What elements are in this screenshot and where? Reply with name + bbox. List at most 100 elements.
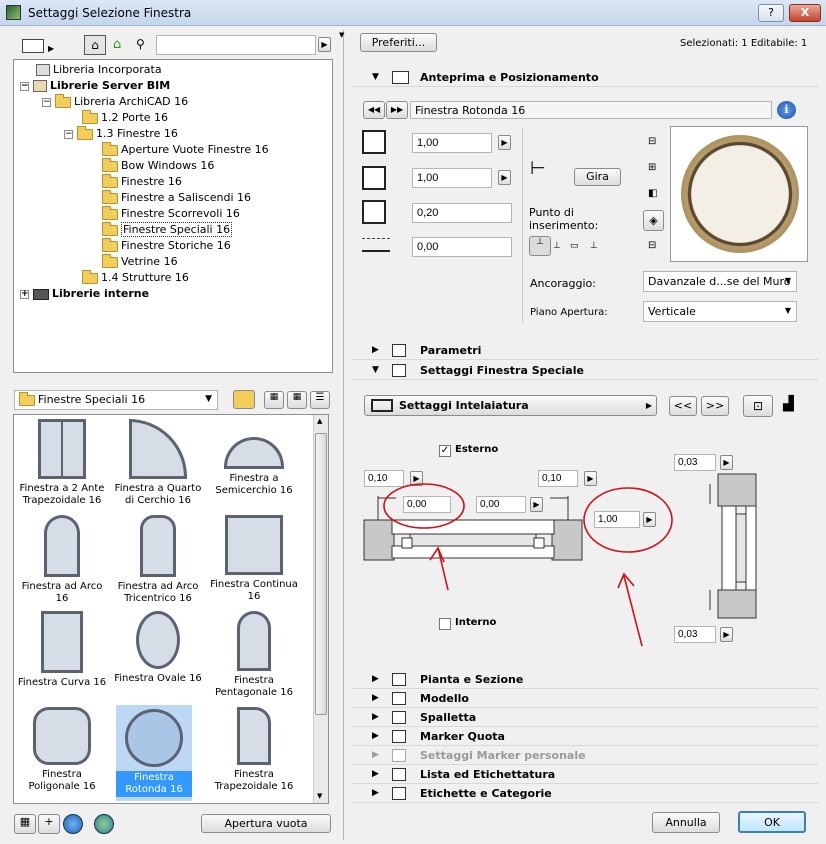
object-name-field[interactable]: Finestra Rotonda 16 — [410, 101, 772, 119]
library-icon[interactable]: ⌂ — [84, 35, 106, 55]
search-icon[interactable]: ⚲ — [136, 37, 145, 51]
gallery-item[interactable]: Finestra ad Arco Tricentrico 16 — [112, 515, 204, 605]
small-icons-view-icon[interactable]: ▦ — [287, 391, 307, 409]
frame-settings-select[interactable]: Settaggi Intelaiatura ▶ — [364, 395, 657, 416]
next-object-button[interactable]: ▶▶ — [386, 101, 408, 119]
next-page-button[interactable]: >> — [701, 396, 729, 416]
tree-item-saliscendi[interactable]: Finestre a Saliscendi 16 — [102, 189, 251, 206]
search-input[interactable] — [156, 35, 316, 55]
view-3d-icon[interactable]: ◈ — [643, 210, 664, 231]
gallery-item-selected[interactable]: Finestra Rotonda 16 — [116, 705, 192, 801]
view-front-icon[interactable]: ⊞ — [648, 162, 656, 173]
prev-object-button[interactable]: ◀◀ — [363, 101, 385, 119]
reveal-field[interactable] — [412, 237, 512, 257]
plane-select[interactable]: Verticale ▼ — [643, 301, 797, 322]
section-listing-labeling[interactable]: ▶ Lista ed Etichettatura — [352, 765, 818, 784]
tree-item-aperture-vuote[interactable]: Aperture Vuote Finestre 16 — [102, 141, 269, 158]
tree-item-archicad[interactable]: − Libreria ArchiCAD 16 — [42, 93, 188, 110]
collapse-icon[interactable]: − — [42, 97, 51, 107]
width-field[interactable] — [412, 133, 492, 153]
section-dimension-marker[interactable]: ▶ Marker Quota — [352, 727, 818, 746]
tree-item-porte[interactable]: 1.2 Porte 16 — [82, 109, 168, 126]
gallery-scrollbar[interactable]: ▲ ▼ — [313, 415, 328, 803]
anchor-center-icon[interactable]: ⊥ — [553, 241, 561, 251]
anchor-left-button[interactable]: ⊥ — [529, 236, 551, 256]
bottom-field[interactable] — [674, 626, 716, 643]
favorites-button[interactable]: Preferiti... — [360, 33, 437, 52]
tree-item-libreria-incorporata[interactable]: Libreria Incorporata — [36, 62, 162, 78]
ok-button[interactable]: OK — [738, 811, 806, 833]
scroll-up-icon[interactable]: ▲ — [317, 417, 322, 425]
globe-icon[interactable] — [63, 814, 83, 834]
list-view-icon[interactable]: ☰ — [310, 391, 330, 409]
gallery-item[interactable]: Finestra Curva 16 — [16, 611, 108, 689]
panel-splitter[interactable] — [343, 30, 344, 840]
exterior-checkbox[interactable]: ✓ — [439, 445, 451, 457]
bottom-arrow-button[interactable]: ▶ — [720, 627, 733, 642]
expand-icon[interactable]: + — [20, 289, 29, 299]
tree-item-server-bim[interactable]: − Librerie Server BIM — [20, 78, 170, 94]
object-gallery[interactable]: Finestra a 2 Ante Trapezoidale 16 Finest… — [13, 414, 329, 804]
scroll-thumb[interactable] — [315, 433, 327, 715]
view-mode-icon[interactable] — [22, 39, 44, 53]
open-empty-button[interactable]: Apertura vuota — [201, 814, 331, 833]
gallery-item[interactable]: Finestra a Quarto di Cerchio 16 — [112, 419, 204, 507]
scroll-down-icon[interactable]: ▼ — [317, 792, 322, 800]
globe-upload-icon[interactable] — [94, 814, 114, 834]
view-section-icon[interactable]: ⊟ — [648, 240, 656, 251]
paint-icon[interactable]: ▟ — [783, 396, 794, 412]
collapse-icon[interactable]: − — [64, 129, 73, 139]
tree-item-storiche[interactable]: Finestre Storiche 16 — [102, 237, 231, 254]
add-object-icon[interactable]: + — [38, 814, 60, 834]
section-preview-positioning[interactable]: ▼ Anteprima e Posizionamento — [352, 68, 818, 87]
gallery-item[interactable]: Finestra Poligonale 16 — [16, 707, 108, 793]
folder-up-icon[interactable] — [233, 390, 255, 409]
large-icons-view-icon[interactable]: ▦ — [264, 391, 284, 409]
library-green-icon[interactable]: ⌂ — [113, 37, 121, 52]
gallery-item[interactable]: Finestra Trapezoidale 16 — [208, 707, 300, 793]
section-model[interactable]: ▶ Modello — [352, 689, 818, 708]
view-mode-arrow-icon[interactable]: ▶ — [48, 44, 54, 53]
height-arrow-button[interactable]: ▶ — [498, 170, 511, 185]
width-arrow-button[interactable]: ▶ — [498, 135, 511, 150]
sill-height-field[interactable] — [412, 203, 512, 223]
folder-select[interactable]: Finestre Speciali 16 ▼ — [14, 390, 218, 410]
tree-item-finestre[interactable]: −1.3 Finestre 16 — [64, 125, 178, 142]
cancel-button[interactable]: Annulla — [652, 812, 720, 833]
section-tags-categories[interactable]: ▶ Etichette e Categorie — [352, 784, 818, 803]
top-arrow-button[interactable]: ▶ — [720, 455, 733, 470]
section-special-settings[interactable]: ▼ Settaggi Finestra Speciale — [352, 361, 818, 380]
tree-item-finestre-16[interactable]: Finestre 16 — [102, 173, 182, 190]
tree-item-librerie-interne[interactable]: + Librerie interne — [20, 286, 149, 302]
tree-item-scorrevoli[interactable]: Finestre Scorrevoli 16 — [102, 205, 240, 222]
section-reveal[interactable]: ▶ Spalletta — [352, 708, 818, 727]
tree-item-vetrine[interactable]: Vetrine 16 — [102, 253, 178, 270]
gallery-item[interactable]: Finestra ad Arco 16 — [16, 515, 108, 605]
gallery-item[interactable]: Finestra Pentagonale 16 — [208, 611, 300, 699]
anchor-mid-icon[interactable]: ⊥ — [590, 241, 598, 251]
add-library-icon[interactable]: ▦ — [14, 814, 36, 834]
prev-page-button[interactable]: << — [669, 396, 697, 416]
fit-frame-icon[interactable]: ⊡ — [743, 395, 773, 417]
gallery-item[interactable]: Finestra a 2 Ante Trapezoidale 16 — [16, 419, 108, 507]
gallery-item[interactable]: Finestra Ovale 16 — [112, 611, 204, 685]
top-field[interactable] — [674, 454, 716, 471]
rotate-button[interactable]: Gira — [574, 168, 621, 186]
info-icon[interactable]: i — [777, 101, 796, 119]
collapse-icon[interactable]: − — [20, 81, 29, 91]
gallery-item[interactable]: Finestra Continua 16 — [208, 515, 300, 603]
close-button[interactable]: X — [789, 4, 821, 22]
view-plan-icon[interactable]: ⊟ — [648, 136, 656, 147]
section-parameters[interactable]: ▶ Parametri — [352, 341, 818, 360]
library-tree[interactable]: Libreria Incorporata − Librerie Server BI… — [13, 59, 333, 373]
view-side-icon[interactable]: ◧ — [648, 188, 657, 199]
search-go-button[interactable]: ▶ — [318, 37, 331, 52]
tree-item-speciali[interactable]: Finestre Speciali 16 — [102, 221, 233, 238]
section-plan-section[interactable]: ▶ Pianta e Sezione — [352, 670, 818, 689]
height-field[interactable] — [412, 168, 492, 188]
tree-item-bow-windows[interactable]: Bow Windows 16 — [102, 157, 214, 174]
anchor-right-icon[interactable]: ▭ — [570, 241, 579, 251]
tree-item-strutture[interactable]: 1.4 Strutture 16 — [82, 269, 189, 286]
anchor-select[interactable]: Davanzale d...se del Muro ▼ — [643, 271, 797, 292]
help-button[interactable]: ? — [758, 4, 784, 22]
